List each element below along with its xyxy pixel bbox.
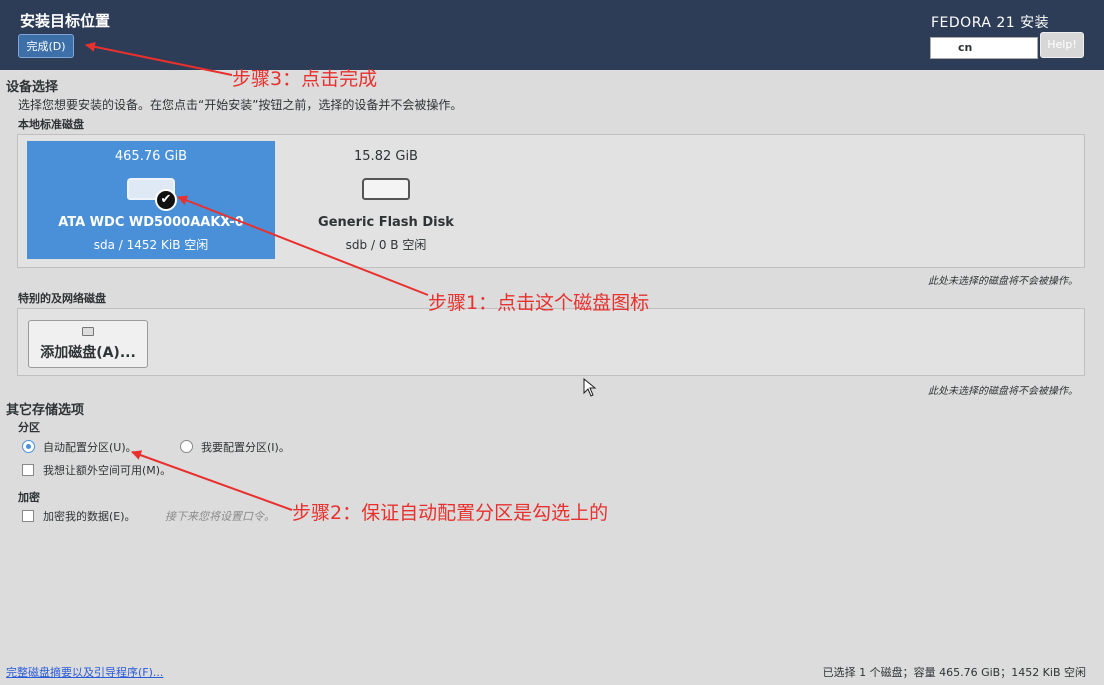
step1-arrow xyxy=(177,195,429,296)
annotation-arrows xyxy=(85,41,429,511)
step3-arrow xyxy=(85,41,233,76)
step2-arrow xyxy=(131,450,293,511)
step1-annotation: 步骤1：点击这个磁盘图标 xyxy=(428,292,650,314)
step2-annotation: 步骤2：保证自动配置分区是勾选上的 xyxy=(292,502,609,524)
step3-annotation: 步骤3：点击完成 xyxy=(232,68,378,90)
